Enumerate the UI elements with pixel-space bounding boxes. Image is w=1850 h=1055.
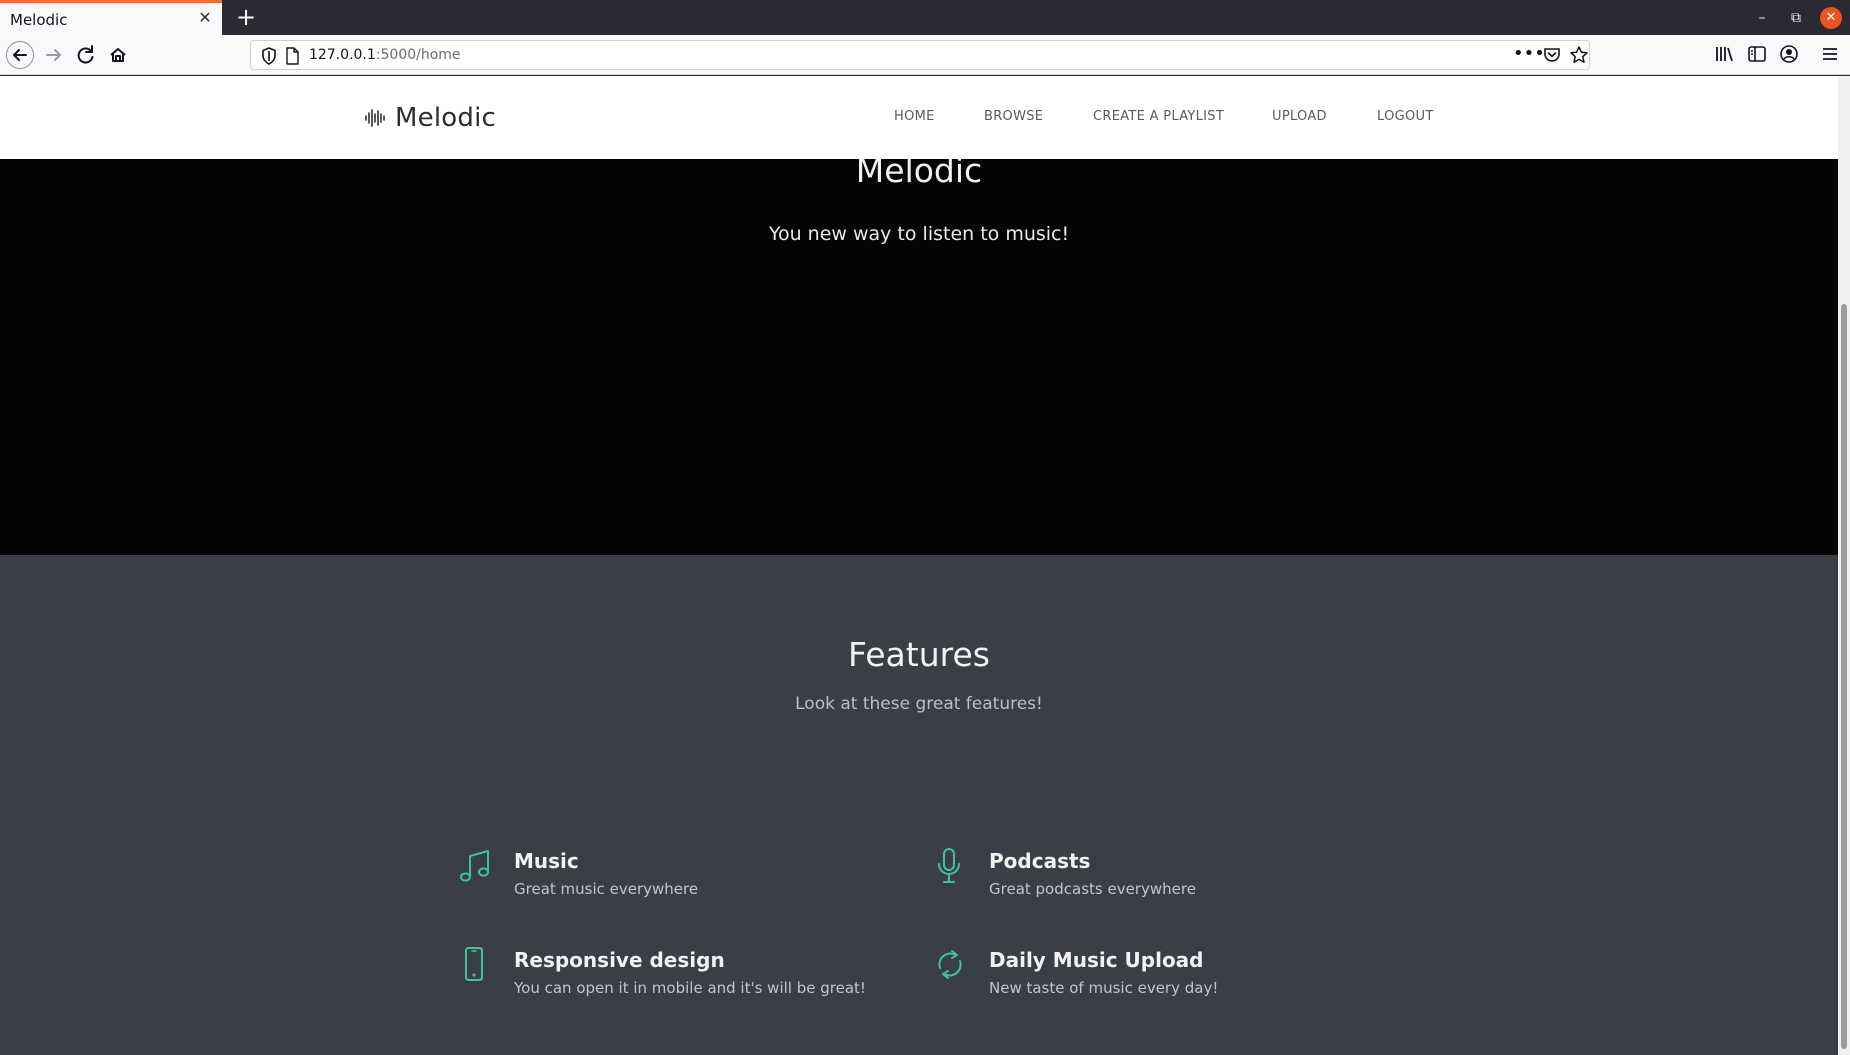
soundwave-icon bbox=[365, 109, 385, 127]
sidebar-icon[interactable] bbox=[1746, 43, 1768, 65]
feature-responsive-design: Responsive design You can open it in mob… bbox=[458, 946, 898, 1016]
feature-music: Music Great music everywhere bbox=[458, 847, 898, 917]
menu-icon[interactable] bbox=[1819, 43, 1841, 65]
library-icon[interactable] bbox=[1714, 43, 1736, 65]
arrow-right-icon bbox=[46, 49, 61, 61]
browser-tab[interactable]: Melodic ✕ bbox=[0, 0, 222, 35]
browser-tab-strip: Melodic ✕ + – ⧉ ✕ bbox=[0, 0, 1850, 35]
logo-text: Melodic bbox=[395, 103, 496, 133]
account-icon[interactable] bbox=[1778, 43, 1800, 65]
more-actions-icon[interactable]: ••• bbox=[1513, 43, 1545, 64]
nav-upload[interactable]: UPLOAD bbox=[1272, 109, 1327, 124]
home-icon bbox=[110, 48, 126, 62]
feature-title: Responsive design bbox=[514, 948, 725, 972]
window-close-icon[interactable]: ✕ bbox=[1820, 7, 1842, 29]
reload-icon bbox=[77, 45, 94, 64]
url-text[interactable]: 127.0.0.1:5000/home bbox=[309, 47, 461, 63]
music-note-icon bbox=[460, 850, 489, 882]
nav-browse[interactable]: BROWSE bbox=[984, 109, 1043, 124]
features-section: Features Look at these great features! M… bbox=[0, 555, 1838, 1055]
features-subtitle: Look at these great features! bbox=[795, 694, 1043, 714]
hero-subtitle: You new way to listen to music! bbox=[768, 223, 1070, 245]
restore-icon[interactable]: ⧉ bbox=[1785, 7, 1807, 29]
nav-logout[interactable]: LOGOUT bbox=[1377, 109, 1434, 124]
browser-toolbar: 127.0.0.1:5000/home ••• bbox=[0, 35, 1850, 75]
forward-button[interactable] bbox=[40, 41, 68, 69]
site-header: Melodic HOME BROWSE CREATE A PLAYLIST UP… bbox=[0, 76, 1838, 159]
pocket-icon[interactable] bbox=[1543, 46, 1561, 64]
features-title: Features bbox=[848, 635, 990, 674]
hero-section: Melodic You new way to listen to music! bbox=[0, 151, 1838, 555]
feature-podcasts: Podcasts Great podcasts everywhere bbox=[933, 847, 1373, 917]
feature-title: Music bbox=[514, 849, 579, 873]
bookmark-star-icon[interactable] bbox=[1569, 45, 1589, 65]
site-logo[interactable]: Melodic bbox=[365, 102, 496, 134]
mobile-phone-icon bbox=[465, 947, 483, 981]
address-bar[interactable]: 127.0.0.1:5000/home ••• bbox=[250, 40, 1590, 70]
reload-button[interactable] bbox=[72, 41, 100, 69]
feature-desc: Great podcasts everywhere bbox=[989, 880, 1196, 898]
feature-desc: You can open it in mobile and it's will … bbox=[514, 979, 866, 997]
page-scrollbar[interactable] bbox=[1838, 76, 1850, 1055]
arrow-left-icon bbox=[13, 49, 27, 61]
shield-icon[interactable] bbox=[261, 47, 277, 65]
feature-daily-upload: Daily Music Upload New taste of music ev… bbox=[933, 946, 1373, 1016]
page-viewport: Melodic HOME BROWSE CREATE A PLAYLIST UP… bbox=[0, 76, 1838, 1055]
new-tab-icon[interactable]: + bbox=[232, 3, 260, 31]
nav-home[interactable]: HOME bbox=[894, 109, 935, 124]
page-icon[interactable] bbox=[285, 47, 299, 65]
home-button[interactable] bbox=[104, 41, 132, 69]
minimize-icon[interactable]: – bbox=[1751, 7, 1773, 29]
feature-desc: Great music everywhere bbox=[514, 880, 699, 898]
scrollbar-thumb[interactable] bbox=[1841, 304, 1847, 1049]
feature-title: Podcasts bbox=[989, 849, 1091, 873]
nav-create-playlist[interactable]: CREATE A PLAYLIST bbox=[1093, 109, 1224, 124]
feature-title: Daily Music Upload bbox=[989, 948, 1204, 972]
close-tab-icon[interactable]: ✕ bbox=[196, 9, 214, 27]
feature-desc: New taste of music every day! bbox=[989, 979, 1219, 997]
microphone-icon bbox=[938, 848, 960, 883]
tab-title: Melodic bbox=[10, 11, 68, 29]
refresh-icon bbox=[938, 950, 962, 979]
back-button[interactable] bbox=[6, 41, 34, 69]
